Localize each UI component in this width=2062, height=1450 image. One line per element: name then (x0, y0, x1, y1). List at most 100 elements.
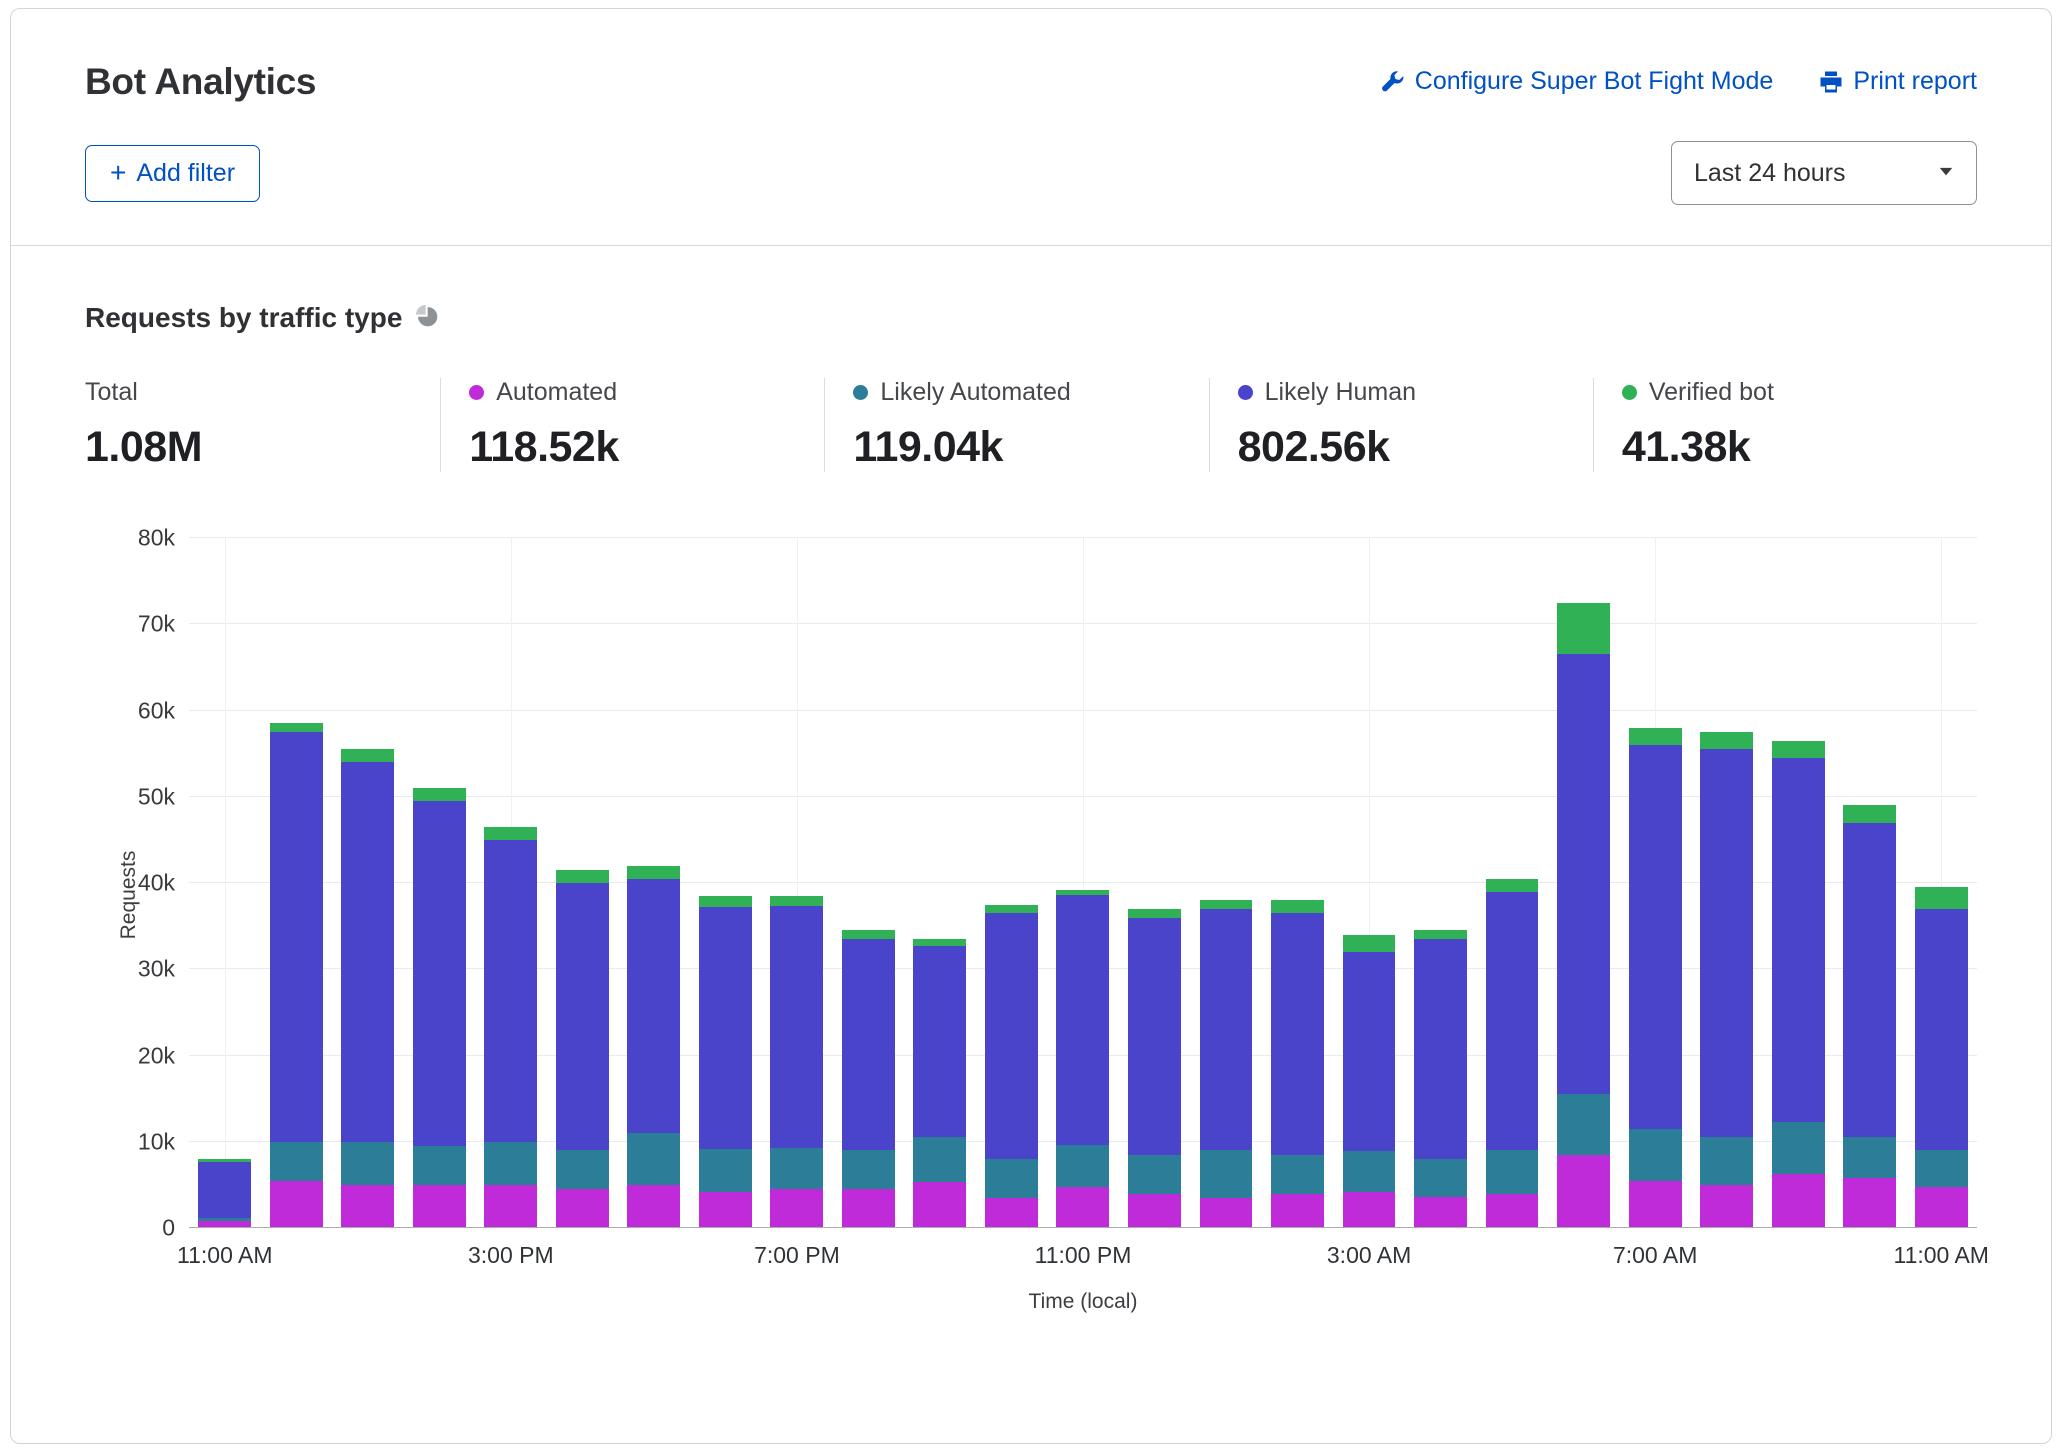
segment-likely-human[interactable] (1486, 892, 1539, 1151)
segment-likely-human[interactable] (627, 879, 680, 1133)
bar-2-00-pm-3[interactable] (413, 538, 466, 1228)
segment-likely-human[interactable] (1629, 745, 1682, 1129)
segment-verified-bot[interactable] (985, 905, 1038, 914)
segment-automated[interactable] (842, 1189, 895, 1228)
segment-likely-automated[interactable] (985, 1159, 1038, 1198)
bar-4-00-pm-5[interactable] (556, 538, 609, 1228)
segment-verified-bot[interactable] (770, 896, 823, 906)
bar-7-00-pm-8[interactable] (770, 538, 823, 1228)
segment-likely-automated[interactable] (1056, 1145, 1109, 1186)
print-report-link[interactable]: Print report (1819, 67, 1977, 96)
segment-verified-bot[interactable] (699, 896, 752, 907)
segment-likely-human[interactable] (484, 840, 537, 1142)
segment-likely-human[interactable] (413, 801, 466, 1146)
segment-likely-automated[interactable] (556, 1150, 609, 1189)
segment-automated[interactable] (556, 1189, 609, 1228)
segment-likely-automated[interactable] (1915, 1150, 1968, 1186)
segment-verified-bot[interactable] (1414, 930, 1467, 939)
segment-verified-bot[interactable] (1772, 741, 1825, 758)
segment-automated[interactable] (770, 1189, 823, 1228)
segment-likely-automated[interactable] (1629, 1129, 1682, 1181)
segment-automated[interactable] (1343, 1192, 1396, 1228)
segment-likely-human[interactable] (1414, 939, 1467, 1159)
segment-likely-human[interactable] (341, 762, 394, 1142)
bar-1-00-am-14[interactable] (1200, 538, 1253, 1228)
segment-automated[interactable] (627, 1185, 680, 1228)
bar-1-00-pm-2[interactable] (341, 538, 394, 1228)
bar-4-00-am-17[interactable] (1414, 538, 1467, 1228)
segment-verified-bot[interactable] (627, 866, 680, 879)
configure-super-bot-fight-mode-link[interactable]: Configure Super Bot Fight Mode (1381, 67, 1774, 96)
add-filter-button[interactable]: + Add filter (85, 145, 260, 202)
segment-likely-automated[interactable] (842, 1150, 895, 1189)
bar-10-00-am-23[interactable] (1843, 538, 1896, 1228)
segment-verified-bot[interactable] (1343, 935, 1396, 952)
segment-likely-human[interactable] (1772, 758, 1825, 1122)
segment-automated[interactable] (1271, 1194, 1324, 1229)
bar-12-00-am-13[interactable] (1128, 538, 1181, 1228)
segment-automated[interactable] (270, 1181, 323, 1228)
segment-automated[interactable] (1843, 1178, 1896, 1228)
segment-verified-bot[interactable] (1486, 879, 1539, 892)
segment-likely-automated[interactable] (1557, 1094, 1610, 1154)
bar-11-00-am-24[interactable] (1915, 538, 1968, 1228)
segment-verified-bot[interactable] (484, 827, 537, 840)
segment-verified-bot[interactable] (1700, 732, 1753, 749)
segment-verified-bot[interactable] (1557, 603, 1610, 655)
segment-likely-human[interactable] (1557, 654, 1610, 1094)
bar-11-00-pm-12[interactable] (1056, 538, 1109, 1228)
bar-11-00-am-0[interactable] (198, 538, 251, 1228)
bar-6-00-am-19[interactable] (1557, 538, 1610, 1228)
segment-likely-human[interactable] (198, 1162, 251, 1218)
time-range-select[interactable]: Last 24 hours (1671, 141, 1977, 205)
segment-verified-bot[interactable] (1200, 900, 1253, 909)
segment-verified-bot[interactable] (270, 723, 323, 732)
segment-likely-human[interactable] (1200, 909, 1253, 1151)
segment-verified-bot[interactable] (556, 870, 609, 883)
segment-verified-bot[interactable] (1629, 728, 1682, 745)
segment-automated[interactable] (1200, 1198, 1253, 1228)
bar-6-00-pm-7[interactable] (699, 538, 752, 1228)
segment-automated[interactable] (1700, 1185, 1753, 1228)
segment-automated[interactable] (484, 1185, 537, 1228)
segment-likely-human[interactable] (1056, 895, 1109, 1145)
bar-3-00-pm-4[interactable] (484, 538, 537, 1228)
segment-automated[interactable] (1128, 1194, 1181, 1229)
segment-likely-human[interactable] (770, 906, 823, 1148)
segment-likely-automated[interactable] (1772, 1122, 1825, 1174)
segment-automated[interactable] (985, 1198, 1038, 1228)
segment-likely-human[interactable] (985, 913, 1038, 1159)
segment-automated[interactable] (1056, 1187, 1109, 1228)
bar-9-00-pm-10[interactable] (913, 538, 966, 1228)
segment-verified-bot[interactable] (913, 939, 966, 946)
segment-automated[interactable] (1629, 1181, 1682, 1228)
segment-likely-automated[interactable] (484, 1142, 537, 1185)
segment-likely-automated[interactable] (1414, 1159, 1467, 1197)
segment-automated[interactable] (413, 1185, 466, 1228)
segment-likely-automated[interactable] (1200, 1150, 1253, 1197)
segment-likely-human[interactable] (913, 946, 966, 1137)
bar-7-00-am-20[interactable] (1629, 538, 1682, 1228)
segment-likely-automated[interactable] (699, 1149, 752, 1192)
segment-likely-human[interactable] (1915, 909, 1968, 1151)
segment-verified-bot[interactable] (1843, 805, 1896, 822)
bar-10-00-pm-11[interactable] (985, 538, 1038, 1228)
segment-likely-human[interactable] (556, 883, 609, 1150)
segment-automated[interactable] (1486, 1194, 1539, 1229)
segment-likely-automated[interactable] (770, 1148, 823, 1189)
segment-likely-automated[interactable] (341, 1142, 394, 1185)
bar-9-00-am-22[interactable] (1772, 538, 1825, 1228)
bar-5-00-pm-6[interactable] (627, 538, 680, 1228)
segment-likely-human[interactable] (1271, 913, 1324, 1155)
segment-automated[interactable] (1772, 1174, 1825, 1228)
segment-automated[interactable] (1557, 1155, 1610, 1228)
segment-verified-bot[interactable] (1271, 900, 1324, 913)
segment-likely-automated[interactable] (1128, 1155, 1181, 1194)
segment-likely-automated[interactable] (1700, 1137, 1753, 1184)
segment-likely-automated[interactable] (413, 1146, 466, 1185)
bar-3-00-am-16[interactable] (1343, 538, 1396, 1228)
segment-verified-bot[interactable] (1915, 887, 1968, 909)
segment-likely-human[interactable] (842, 939, 895, 1150)
segment-likely-automated[interactable] (627, 1133, 680, 1185)
bar-8-00-pm-9[interactable] (842, 538, 895, 1228)
